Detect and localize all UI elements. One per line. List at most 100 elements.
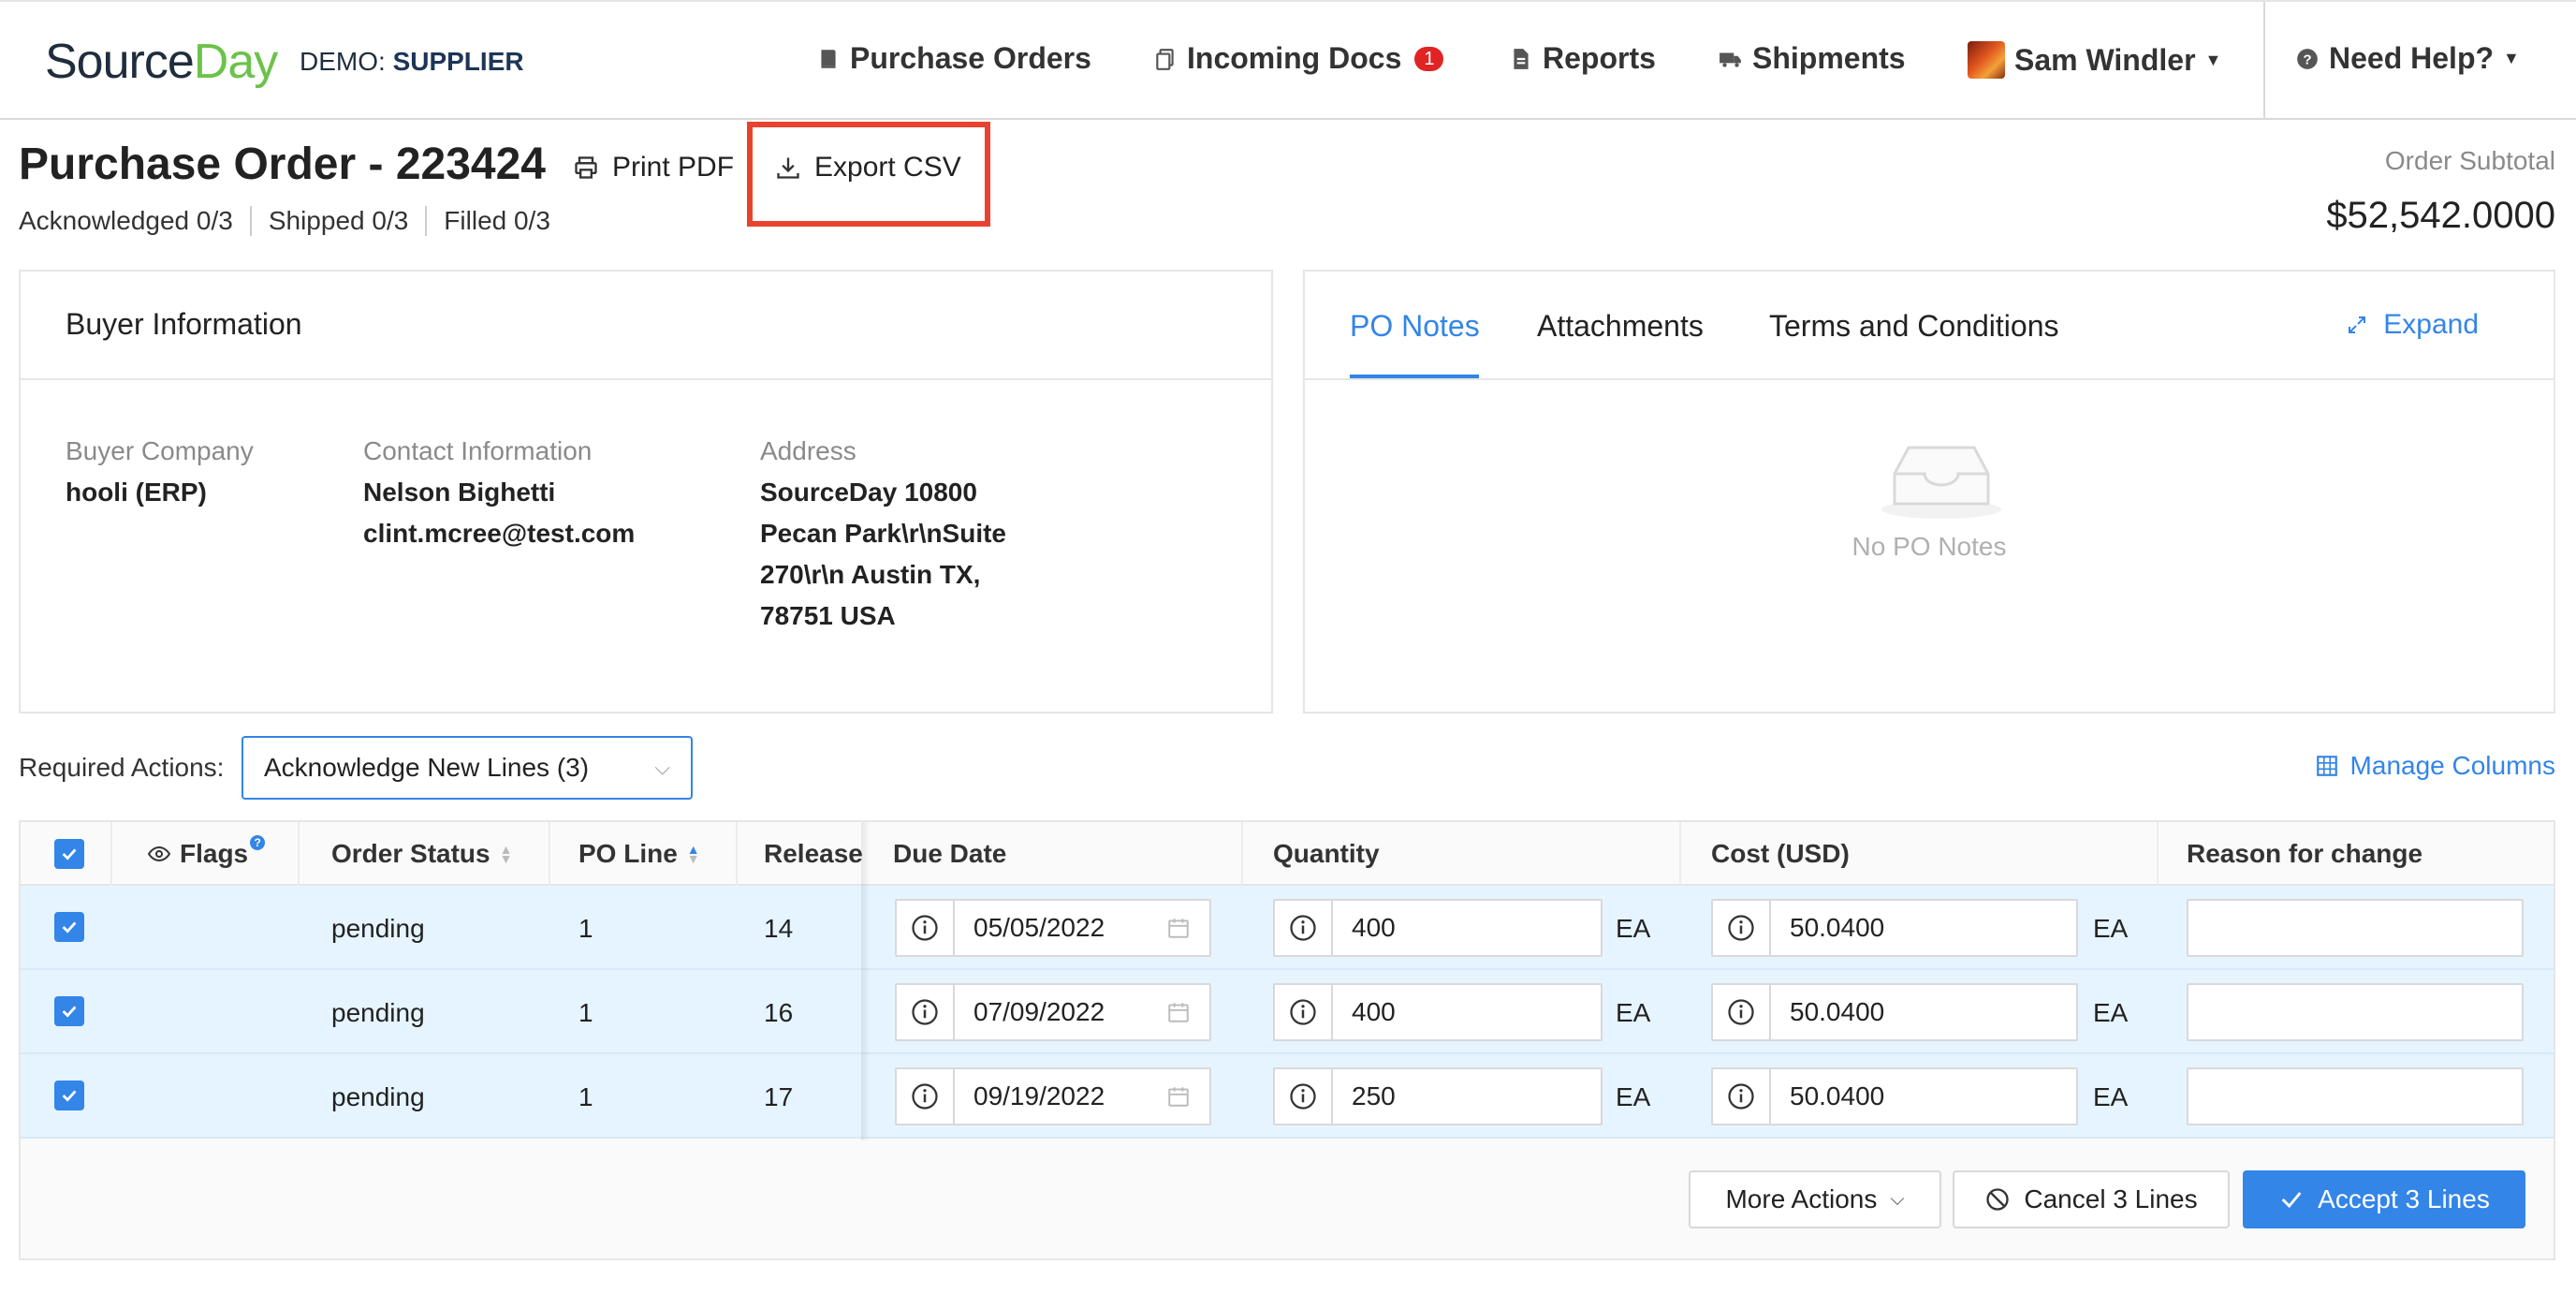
address-column: Address SourceDay 10800 Pecan Park\r\nSu… (760, 431, 1006, 637)
more-actions-button[interactable]: More Actions ⌵ (1689, 1170, 1941, 1228)
po-line-cell: 1 (578, 998, 593, 1027)
reason-for-change-input[interactable] (2187, 1067, 2524, 1125)
required-actions-label: Required Actions: (19, 753, 225, 782)
user-avatar (1968, 41, 2005, 79)
info-icon[interactable] (1275, 985, 1333, 1039)
required-actions-select[interactable]: Acknowledge New Lines (3) ⌵ (242, 736, 693, 800)
info-icon[interactable] (897, 1069, 955, 1124)
printer-icon (575, 156, 597, 179)
accept-lines-button[interactable]: Accept 3 Lines (2243, 1170, 2525, 1228)
quantity-field[interactable]: 400 (1273, 983, 1603, 1041)
calendar-icon[interactable] (1166, 1000, 1209, 1024)
documents-icon (1156, 48, 1174, 70)
cost-field[interactable]: 50.0400 (1711, 983, 2078, 1041)
info-icon[interactable] (1275, 901, 1333, 955)
quantity-field[interactable]: 400 (1273, 899, 1603, 957)
filled-count: Filled 0/3 (425, 206, 567, 236)
cost-field[interactable]: 50.0400 (1711, 1067, 2078, 1125)
cost-field[interactable]: 50.0400 (1711, 899, 2078, 957)
address-line: 270\r\n Austin TX, (760, 560, 981, 589)
chevron-down-icon: ⌵ (654, 756, 670, 779)
order-status-cell: pending (331, 1082, 425, 1111)
tab-attachments[interactable]: Attachments (1537, 309, 1704, 344)
table-row: pending 1 16 07/09/2022 400 EA 50.0400 E… (21, 970, 2554, 1054)
info-icon[interactable] (897, 985, 955, 1039)
expand-arrows-icon (2349, 316, 2366, 333)
cost-unit: EA (2093, 1082, 2129, 1111)
sort-ascending-icon[interactable]: ▲ ▼ (687, 843, 700, 865)
po-notes-panel: PO Notes Attachments Terms and Condition… (1303, 270, 2555, 713)
sourceday-logo[interactable]: SourceDay (45, 34, 278, 90)
checkmark-icon (62, 1090, 77, 1102)
quantity-field[interactable]: 250 (1273, 1067, 1603, 1125)
expand-button[interactable]: Expand (2346, 309, 2479, 341)
nav-reports[interactable]: Reports (1509, 41, 1656, 76)
book-icon (821, 49, 836, 68)
frozen-columns-shadow (861, 822, 871, 1140)
calendar-icon[interactable] (1166, 1084, 1209, 1109)
logo-day-text: Day (193, 35, 278, 89)
nav-incoming-docs[interactable]: Incoming Docs 1 (1153, 41, 1444, 76)
cost-value: 50.0400 (1790, 913, 1885, 942)
column-header-flags[interactable]: Flags ? (148, 835, 272, 869)
table-row: pending 1 14 05/05/2022 400 EA 50.0400 E… (21, 886, 2554, 970)
logo-source-text: Source (45, 35, 195, 89)
column-header-due-date[interactable]: Due Date (893, 839, 1006, 869)
checkmark-icon (62, 921, 77, 934)
due-date-field[interactable]: 09/19/2022 (895, 1067, 1211, 1125)
column-header-reason-for-change[interactable]: Reason for change (2187, 839, 2422, 869)
manage-columns-label: Manage Columns (2349, 751, 2555, 780)
columns-icon (2316, 756, 2337, 776)
flags-header-label: Flags (180, 839, 249, 868)
shipped-count: Shipped 0/3 (249, 206, 425, 236)
info-icon[interactable] (1713, 901, 1771, 955)
nav-purchase-orders[interactable]: Purchase Orders (816, 41, 1091, 76)
address-line: Pecan Park\r\nSuite (760, 519, 1007, 548)
user-menu[interactable]: Sam Windler ▼ (1968, 41, 2221, 79)
info-icon[interactable] (1275, 1069, 1333, 1124)
cancel-lines-button[interactable]: Cancel 3 Lines (1953, 1170, 2230, 1228)
column-header-quantity[interactable]: Quantity (1273, 839, 1380, 869)
table-header: Flags ? Order Status ▲ ▼ PO Line ▲ ▼ Relea… (21, 822, 2554, 886)
sort-icon[interactable]: ▲ ▼ (500, 843, 513, 865)
cancel-lines-label: Cancel 3 Lines (2024, 1184, 2198, 1213)
row-checkbox[interactable] (54, 912, 84, 942)
help-badge-icon[interactable]: ? (250, 835, 266, 850)
svg-text:?: ? (2303, 51, 2311, 67)
nav-shipments[interactable]: Shipments (1719, 41, 1906, 76)
info-icon[interactable] (1713, 1069, 1771, 1124)
column-header-po-line[interactable]: PO Line ▲ ▼ (578, 839, 700, 869)
tab-po-notes[interactable]: PO Notes (1350, 309, 1480, 344)
print-pdf-button[interactable]: Print PDF (573, 152, 734, 184)
no-po-notes-text: No PO Notes (1852, 532, 2007, 561)
export-csv-highlight (747, 122, 990, 227)
row-checkbox[interactable] (54, 996, 84, 1026)
print-pdf-label: Print PDF (612, 152, 735, 183)
select-all-checkbox[interactable] (54, 839, 84, 869)
need-help-menu[interactable]: ? Need Help? ▼ (2295, 41, 2520, 76)
buyer-company-label: Buyer Company (66, 436, 254, 465)
user-name: Sam Windler (2014, 42, 2196, 77)
manage-columns-button[interactable]: Manage Columns (2315, 751, 2555, 781)
more-actions-label: More Actions (1725, 1184, 1878, 1213)
calendar-icon[interactable] (1166, 916, 1209, 940)
quantity-value: 400 (1352, 913, 1396, 942)
required-actions-value: Acknowledge New Lines (3) (264, 753, 590, 782)
info-icon[interactable] (897, 901, 955, 955)
reason-for-change-input[interactable] (2187, 899, 2524, 957)
reason-for-change-input[interactable] (2187, 983, 2524, 1041)
due-date-field[interactable]: 05/05/2022 (895, 899, 1211, 957)
contact-email: clint.mcree@test.com (363, 519, 636, 548)
release-cell: 16 (764, 998, 794, 1027)
nav-purchase-orders-label: Purchase Orders (850, 41, 1091, 75)
row-checkbox[interactable] (54, 1081, 84, 1110)
eye-icon (148, 846, 170, 862)
column-divider (110, 822, 112, 886)
contact-info-label: Contact Information (363, 436, 593, 465)
column-header-release[interactable]: Release (764, 839, 863, 869)
tab-terms-and-conditions[interactable]: Terms and Conditions (1769, 309, 2058, 344)
due-date-field[interactable]: 07/09/2022 (895, 983, 1211, 1041)
column-header-order-status[interactable]: Order Status ▲ ▼ (331, 839, 512, 869)
info-icon[interactable] (1713, 985, 1771, 1039)
column-header-cost[interactable]: Cost (USD) (1711, 839, 1850, 869)
